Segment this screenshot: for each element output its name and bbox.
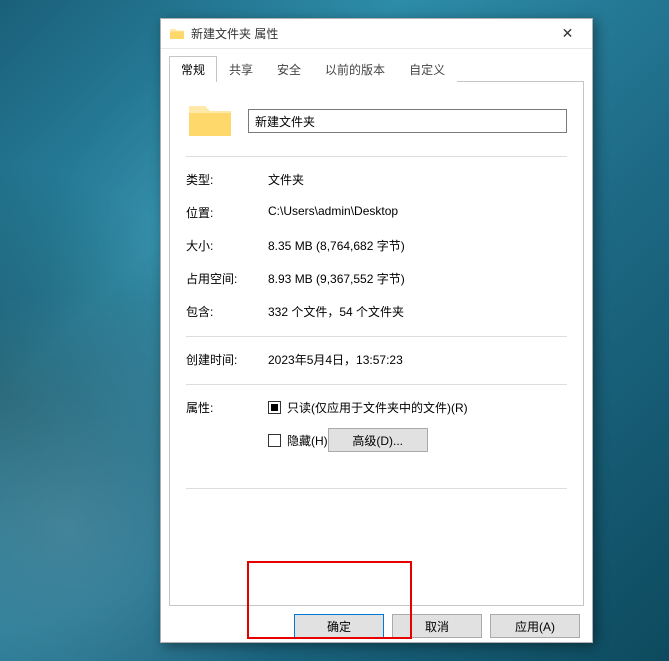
checkbox-hidden[interactable] xyxy=(268,434,281,447)
folder-name-input[interactable] xyxy=(248,109,567,133)
apply-button[interactable]: 应用(A) xyxy=(490,614,580,638)
label-hidden: 隐藏(H) xyxy=(287,432,328,449)
close-icon: ✕ xyxy=(562,25,574,42)
tab-panel-general: 类型:文件夹 位置:C:\Users\admin\Desktop 大小:8.35… xyxy=(169,81,584,606)
divider xyxy=(186,336,567,337)
dialog-buttons: 确定 取消 应用(A) xyxy=(161,614,592,650)
tab-general[interactable]: 常规 xyxy=(169,56,217,82)
checkbox-readonly[interactable] xyxy=(268,401,281,414)
properties-window: 新建文件夹 属性 ✕ 常规 共享 安全 以前的版本 自定义 类型:文件夹 位置:… xyxy=(160,18,593,643)
value-size-on-disk: 8.93 MB (9,367,552 字节) xyxy=(268,270,567,287)
tab-row: 常规 共享 安全 以前的版本 自定义 xyxy=(161,51,592,81)
value-contains: 332 个文件，54 个文件夹 xyxy=(268,303,567,320)
value-size: 8.35 MB (8,764,682 字节) xyxy=(268,237,567,254)
ok-button[interactable]: 确定 xyxy=(294,614,384,638)
value-type: 文件夹 xyxy=(268,171,567,188)
value-created: 2023年5月4日，13:57:23 xyxy=(268,351,567,368)
tab-security[interactable]: 安全 xyxy=(265,56,313,82)
folder-large-icon xyxy=(186,100,234,142)
advanced-button[interactable]: 高级(D)... xyxy=(328,428,428,452)
label-attributes: 属性: xyxy=(186,399,268,464)
tab-previous-versions[interactable]: 以前的版本 xyxy=(313,56,397,82)
label-contains: 包含: xyxy=(186,303,268,320)
divider xyxy=(186,156,567,157)
value-location: C:\Users\admin\Desktop xyxy=(268,204,567,221)
cancel-button[interactable]: 取消 xyxy=(392,614,482,638)
divider xyxy=(186,488,567,489)
divider xyxy=(186,384,567,385)
label-location: 位置: xyxy=(186,204,268,221)
window-title: 新建文件夹 属性 xyxy=(191,25,545,42)
label-type: 类型: xyxy=(186,171,268,188)
titlebar[interactable]: 新建文件夹 属性 ✕ xyxy=(161,19,592,49)
tab-custom[interactable]: 自定义 xyxy=(397,56,457,82)
folder-icon xyxy=(169,26,185,42)
close-button[interactable]: ✕ xyxy=(545,20,590,48)
label-size-on-disk: 占用空间: xyxy=(186,270,268,287)
label-readonly: 只读(仅应用于文件夹中的文件)(R) xyxy=(287,399,468,416)
label-size: 大小: xyxy=(186,237,268,254)
tab-share[interactable]: 共享 xyxy=(217,56,265,82)
label-created: 创建时间: xyxy=(186,351,268,368)
